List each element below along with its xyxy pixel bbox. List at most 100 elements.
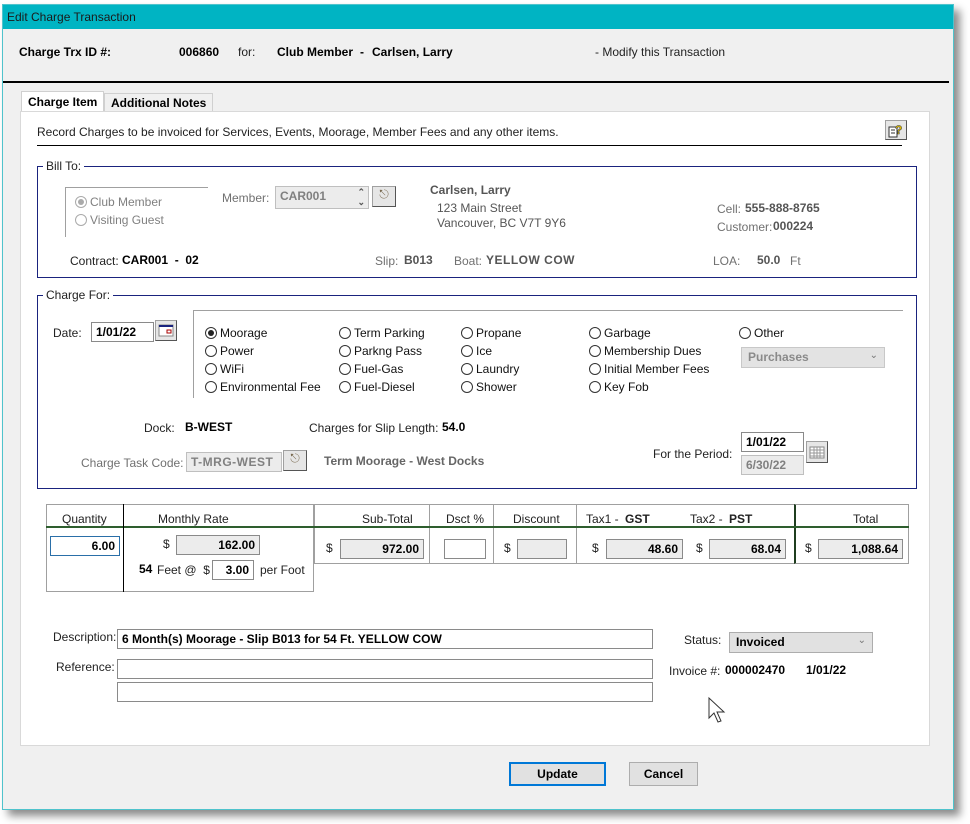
currency-symbol: $	[592, 541, 599, 555]
radio-charge-type[interactable]: Fuel-Diesel	[339, 380, 415, 394]
radio-charge-type[interactable]: WiFi	[205, 362, 244, 376]
intro-separator	[37, 145, 902, 146]
period-picker-button[interactable]	[806, 441, 828, 463]
description-input[interactable]: 6 Month(s) Moorage - Slip B013 for 54 Ft…	[117, 629, 653, 649]
header-discount: Discount	[513, 512, 560, 526]
tax2-value: 68.04	[709, 539, 786, 559]
radio-label: Garbage	[604, 326, 651, 340]
update-button[interactable]: Update	[509, 762, 606, 786]
radio-charge-type[interactable]: Laundry	[461, 362, 519, 376]
radio-club-member[interactable]: Club Member	[75, 195, 162, 209]
customer-name: Carlsen, Larry	[372, 45, 453, 59]
currency-symbol: $	[696, 541, 703, 555]
radio-label: Moorage	[220, 326, 268, 340]
svg-text:?: ?	[895, 123, 902, 137]
radio-charge-type[interactable]: Parkng Pass	[339, 344, 422, 358]
title-bar[interactable]: Edit Charge Transaction	[3, 5, 953, 29]
rate-value: 162.00	[176, 535, 260, 555]
slip-value: B013	[404, 253, 433, 267]
feet-value: 54	[139, 562, 153, 576]
amounts-grid: Quantity Monthly Rate Sub-Total Dsct % D…	[46, 504, 909, 594]
currency-symbol: $	[504, 541, 511, 555]
status-select[interactable]: Invoiced ⌄	[729, 632, 873, 653]
radio-charge-type[interactable]: Garbage	[589, 326, 651, 340]
bill-address1: 123 Main Street	[437, 201, 522, 215]
per-foot-text: per Foot	[260, 563, 305, 577]
radio-label: Term Parking	[354, 326, 425, 340]
mouse-cursor-icon	[708, 696, 726, 723]
other-category-value: Purchases	[748, 350, 809, 364]
intro-text: Record Charges to be invoiced for Servic…	[37, 125, 559, 139]
per-foot-rate-input[interactable]: 3.00	[212, 560, 254, 580]
member-label: Member:	[222, 191, 270, 205]
loa-unit: Ft	[790, 254, 801, 268]
description-label: Description:	[53, 630, 117, 644]
header-quantity: Quantity	[62, 512, 107, 526]
task-code-lookup-button[interactable]: ⎋	[283, 450, 307, 471]
radio-label: Key Fob	[604, 380, 649, 394]
radio-label: Power	[220, 344, 255, 358]
for-label: for:	[238, 45, 256, 59]
customer-type: Club Member	[277, 45, 354, 59]
total-value: 1,088.64	[818, 539, 903, 559]
header-tax1-name: GST	[625, 512, 650, 526]
other-category-select[interactable]: Purchases ⌄	[741, 347, 885, 368]
radio-label: Laundry	[476, 362, 520, 376]
radio-other[interactable]: Other	[739, 326, 784, 340]
customer-label: Customer:	[717, 220, 773, 234]
quantity-input[interactable]: 6.00	[50, 536, 120, 556]
help-button[interactable]: ?	[885, 120, 907, 140]
radio-label: Visiting Guest	[90, 213, 164, 227]
calendar-icon	[809, 446, 825, 459]
period-from-input[interactable]: 1/01/22	[741, 432, 804, 452]
radio-icon	[339, 363, 351, 375]
tab-charge-item[interactable]: Charge Item	[21, 91, 105, 111]
task-code-description: Term Moorage - West Docks	[324, 454, 485, 468]
loa-label: LOA:	[713, 254, 741, 268]
trx-id-label: Charge Trx ID #:	[19, 45, 112, 59]
radio-charge-type[interactable]: Power	[205, 344, 254, 358]
invoice-date: 1/01/22	[806, 663, 847, 677]
cell-label: Cell:	[717, 202, 742, 216]
date-picker-button[interactable]	[155, 320, 177, 341]
invoice-number: 000002470	[725, 663, 786, 677]
spinner-icon[interactable]: ⌃ ⌄	[357, 187, 365, 207]
edit-charge-dialog: Edit Charge Transaction Charge Trx ID #:…	[2, 4, 954, 810]
radio-charge-type[interactable]: Shower	[461, 380, 517, 394]
member-code-input[interactable]: CAR001 ⌃ ⌄	[275, 186, 369, 209]
member-lookup-button[interactable]: ⎋	[372, 186, 396, 207]
radio-icon	[205, 381, 217, 393]
radio-charge-type[interactable]: Fuel-Gas	[339, 362, 403, 376]
date-label: Date:	[53, 326, 82, 340]
bill-name: Carlsen, Larry	[430, 183, 511, 197]
radio-charge-type[interactable]: Initial Member Fees	[589, 362, 709, 376]
radio-charge-type[interactable]: Membership Dues	[589, 344, 701, 358]
reference-input-2[interactable]	[117, 682, 653, 702]
radio-charge-type[interactable]: Propane	[461, 326, 521, 340]
cancel-button[interactable]: Cancel	[629, 762, 698, 786]
radio-charge-type[interactable]: Term Parking	[339, 326, 425, 340]
task-code-label: Charge Task Code:	[81, 456, 184, 470]
radio-charge-type[interactable]: Ice	[461, 344, 492, 358]
radio-icon	[461, 363, 473, 375]
radio-visiting-guest[interactable]: Visiting Guest	[75, 213, 164, 227]
status-label: Status:	[684, 633, 722, 647]
task-code-input[interactable]: T-MRG-WEST	[186, 452, 282, 472]
boat-label: Boat:	[454, 254, 483, 268]
radio-charge-type[interactable]: Key Fob	[589, 380, 649, 394]
radio-charge-type[interactable]: Moorage	[205, 326, 267, 340]
header-tax2-label: Tax2 -	[690, 512, 723, 526]
radio-icon	[339, 381, 351, 393]
radio-icon	[739, 327, 751, 339]
reference-input-1[interactable]	[117, 659, 653, 679]
tab-additional-notes[interactable]: Additional Notes	[104, 93, 214, 111]
customer-value: 000224	[773, 219, 814, 233]
date-input[interactable]: 1/01/22	[91, 322, 154, 342]
currency-symbol: $	[163, 537, 170, 551]
radio-label: Shower	[476, 380, 517, 394]
radio-icon	[339, 345, 351, 357]
header-dash: -	[360, 45, 364, 59]
period-to-input[interactable]: 6/30/22	[741, 455, 804, 475]
dsct-pct-input[interactable]	[444, 539, 486, 559]
radio-charge-type[interactable]: Environmental Fee	[205, 380, 321, 394]
